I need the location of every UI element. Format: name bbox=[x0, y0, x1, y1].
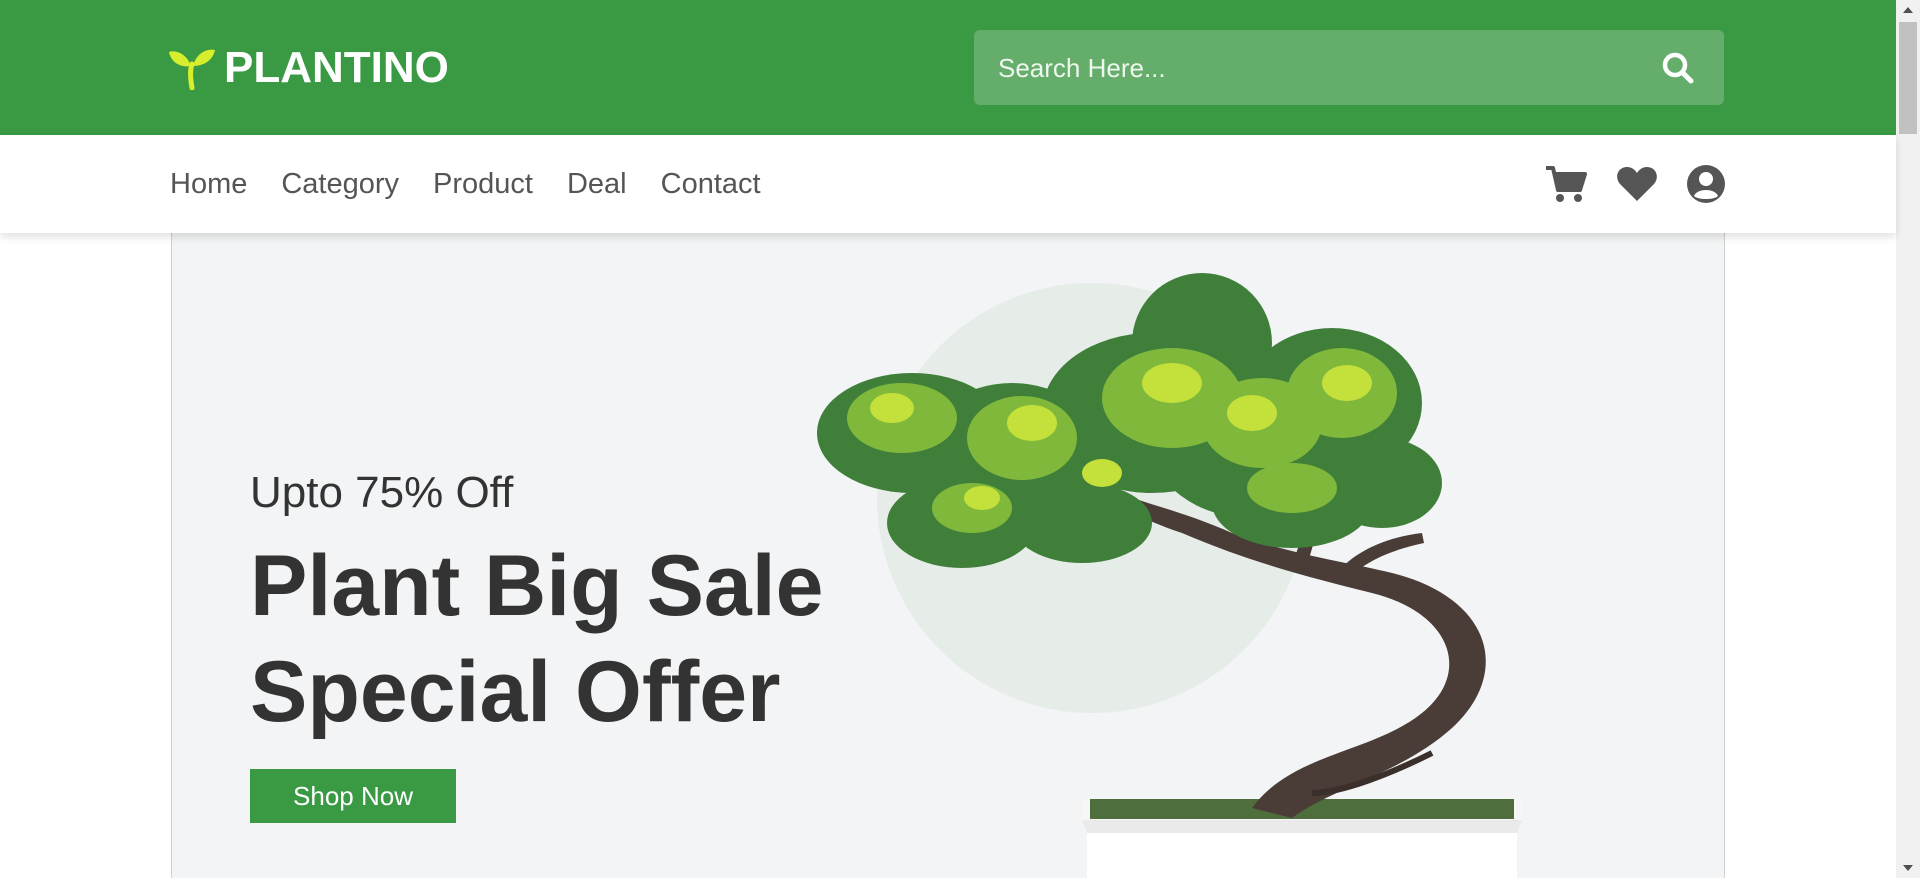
search-icon bbox=[1662, 52, 1694, 84]
search-input[interactable] bbox=[996, 30, 1640, 107]
top-header: PLANTINO bbox=[0, 0, 1896, 135]
hero-subtitle: Upto 75% Off bbox=[250, 468, 514, 517]
triangle-down-icon bbox=[1903, 865, 1913, 871]
shop-now-button[interactable]: Shop Now bbox=[250, 769, 456, 823]
nav-link-home[interactable]: Home bbox=[170, 168, 247, 201]
wishlist-button[interactable] bbox=[1616, 165, 1658, 203]
page-scrollbar[interactable] bbox=[1896, 0, 1920, 878]
scroll-up-arrow[interactable] bbox=[1896, 0, 1920, 20]
triangle-up-icon bbox=[1903, 7, 1913, 13]
logo[interactable]: PLANTINO bbox=[168, 43, 449, 92]
bonsai-image bbox=[817, 273, 1522, 878]
search-button[interactable] bbox=[1660, 50, 1696, 86]
sprout-icon bbox=[169, 49, 215, 90]
scroll-down-arrow[interactable] bbox=[1896, 858, 1920, 878]
nav-link-deal[interactable]: Deal bbox=[567, 168, 627, 201]
nav-link-category[interactable]: Category bbox=[281, 168, 399, 201]
scroll-thumb[interactable] bbox=[1899, 22, 1917, 134]
logo-text: PLANTINO bbox=[224, 43, 449, 92]
user-icon bbox=[1687, 165, 1725, 203]
cart-button[interactable] bbox=[1544, 164, 1588, 204]
nav-link-contact[interactable]: Contact bbox=[661, 168, 761, 201]
nav-links: Home Category Product Deal Contact bbox=[170, 135, 795, 233]
nav-link-product[interactable]: Product bbox=[433, 168, 533, 201]
hero-banner: Upto 75% Off Plant Big Sale Special Offe… bbox=[171, 233, 1725, 878]
search-box bbox=[974, 30, 1724, 107]
cart-icon bbox=[1546, 166, 1587, 202]
nav-icons bbox=[1516, 163, 1726, 205]
main-nav: Home Category Product Deal Contact bbox=[0, 135, 1896, 233]
heart-icon bbox=[1617, 167, 1657, 201]
account-button[interactable] bbox=[1686, 164, 1726, 204]
